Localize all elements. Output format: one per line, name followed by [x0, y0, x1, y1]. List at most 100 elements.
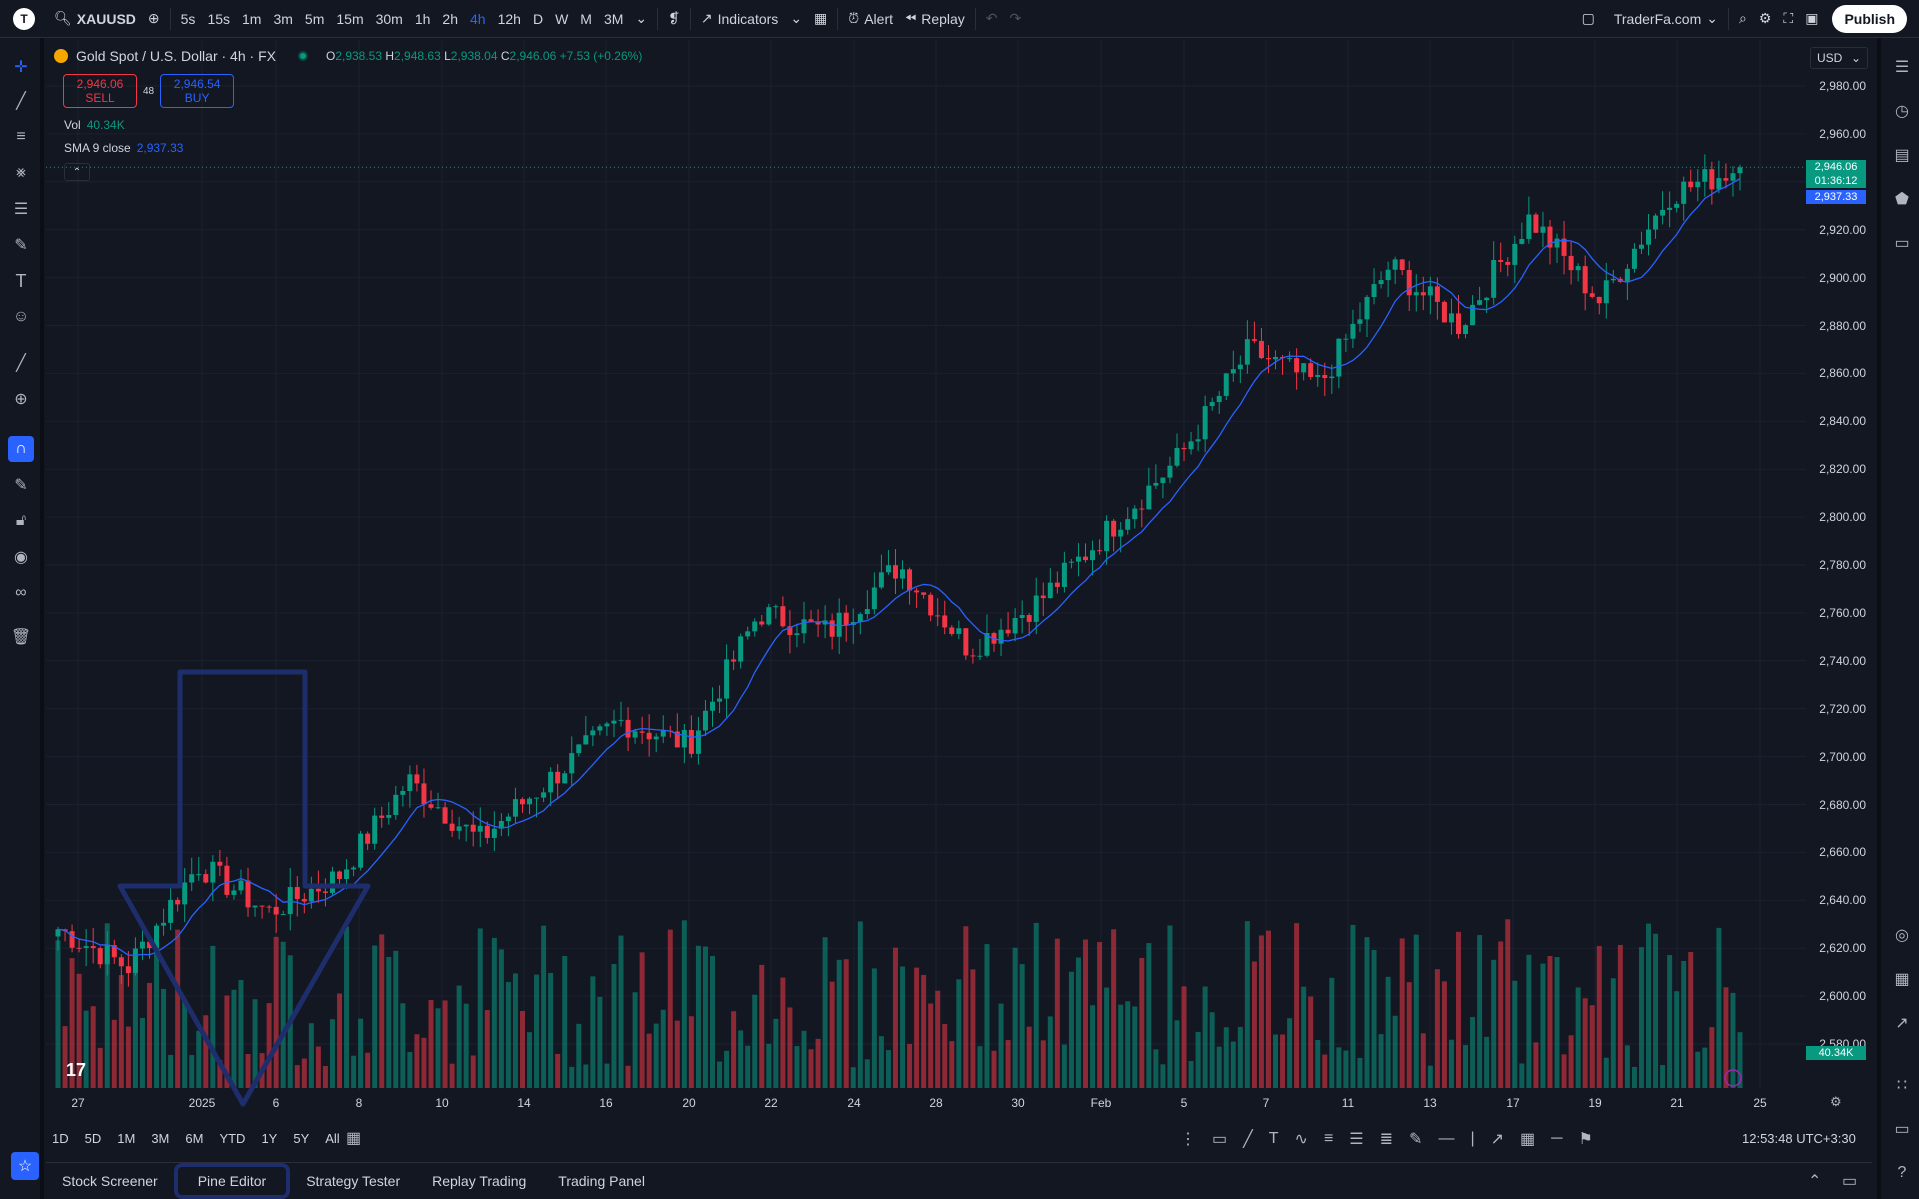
- volume-bar: [773, 1018, 779, 1088]
- candle-body: [1610, 278, 1616, 281]
- volume-bar: [745, 1045, 751, 1088]
- range-all[interactable]: All: [319, 1131, 345, 1146]
- volume-bar: [1470, 1016, 1476, 1088]
- price-chart[interactable]: [0, 0, 1919, 1199]
- range-1y[interactable]: 1Y: [255, 1131, 283, 1146]
- tab-pine-editor[interactable]: Pine Editor: [173, 1163, 291, 1199]
- candle-body: [69, 931, 75, 948]
- candle-body: [921, 592, 927, 595]
- price-tick: 2,880.00: [1819, 318, 1866, 333]
- candle-body: [308, 888, 314, 902]
- candle-body: [238, 880, 244, 891]
- goto-date-icon[interactable]: ▦: [346, 1128, 361, 1148]
- candle-body: [365, 833, 371, 844]
- bottom-panel-tabs: Stock Screener Pine Editor Strategy Tester…: [46, 1162, 1872, 1199]
- bar-countdown: 01:36:12: [1814, 175, 1858, 187]
- candle-body: [1294, 358, 1300, 373]
- range-1m[interactable]: 1M: [111, 1131, 141, 1146]
- volume-bar: [132, 961, 138, 1088]
- time-tick: 8: [355, 1096, 363, 1110]
- range-1d[interactable]: 1D: [46, 1131, 75, 1146]
- ray-icon[interactable]: ─: [1551, 1130, 1562, 1148]
- volume-bar: [1463, 1045, 1469, 1088]
- time-tick: 24: [847, 1096, 861, 1110]
- price-tick: 2,660.00: [1819, 845, 1866, 860]
- volume-bar: [1448, 1039, 1454, 1088]
- range-5d[interactable]: 5D: [79, 1131, 108, 1146]
- candle-body: [1111, 520, 1117, 537]
- candle-body: [463, 824, 469, 827]
- lines-icon[interactable]: ≡: [1324, 1130, 1333, 1148]
- collapse-panel-icon[interactable]: ⌃: [1808, 1171, 1821, 1191]
- volume-bar: [949, 1041, 955, 1088]
- volume-bar: [1688, 952, 1694, 1088]
- line-icon[interactable]: ╱: [1243, 1129, 1253, 1149]
- drag-handle-icon[interactable]: ⋮: [1180, 1129, 1196, 1149]
- volume-legend[interactable]: Vol 40.34K: [64, 118, 125, 132]
- volume-bar: [1139, 957, 1145, 1088]
- time-tick: 30: [1011, 1096, 1025, 1110]
- candle-body: [843, 612, 849, 626]
- buy-button[interactable]: 2,946.54 BUY: [160, 74, 235, 108]
- maximize-panel-icon[interactable]: ▭: [1842, 1171, 1857, 1191]
- vline-icon[interactable]: |: [1470, 1130, 1474, 1148]
- volume-bar: [400, 1003, 406, 1088]
- candle-body: [118, 957, 124, 967]
- candle-body: [414, 774, 420, 784]
- volume-bar: [111, 1019, 117, 1088]
- candle-body: [738, 636, 744, 662]
- market-open-icon: [297, 51, 308, 61]
- volume-bar: [125, 1026, 131, 1088]
- volume-bar: [393, 950, 399, 1088]
- volume-bar: [808, 1049, 814, 1088]
- candle-body: [231, 890, 237, 895]
- range-ytd[interactable]: YTD: [213, 1131, 251, 1146]
- sell-button[interactable]: 2,946.06 SELL: [63, 74, 137, 108]
- volume-bar: [1132, 1006, 1138, 1088]
- candle-body: [1420, 292, 1426, 296]
- utc-clock[interactable]: 12:53:48 UTC+3:30: [1742, 1131, 1856, 1146]
- volume-bar: [428, 999, 434, 1088]
- rectangle-icon[interactable]: ▭: [1212, 1129, 1227, 1149]
- volume-bar: [843, 959, 849, 1088]
- time-tick: 16: [599, 1096, 613, 1110]
- time-settings-icon[interactable]: ⚙: [1830, 1094, 1842, 1110]
- range-3m[interactable]: 3M: [145, 1131, 175, 1146]
- candle-body: [210, 861, 216, 883]
- candle-body: [857, 614, 863, 623]
- sma-legend[interactable]: SMA 9 close 2,937.33: [64, 141, 183, 155]
- volume-bar: [1336, 1047, 1342, 1088]
- candle-body: [878, 572, 884, 588]
- channel-icon[interactable]: ☰: [1349, 1129, 1363, 1149]
- volume-bar: [1420, 1033, 1426, 1088]
- path-icon[interactable]: ∿: [1295, 1129, 1308, 1149]
- table-icon[interactable]: ▦: [1520, 1129, 1535, 1149]
- candle-body: [1033, 595, 1039, 622]
- candle-body: [280, 914, 286, 916]
- fib-icon[interactable]: ≣: [1380, 1129, 1393, 1149]
- pen-icon[interactable]: ✎: [1409, 1129, 1422, 1149]
- tab-stock-screener[interactable]: Stock Screener: [46, 1163, 174, 1199]
- tab-replay-trading[interactable]: Replay Trading: [416, 1163, 542, 1199]
- volume-bar: [688, 1016, 694, 1088]
- volume-bar: [1427, 1065, 1433, 1088]
- volume-bar: [1434, 969, 1440, 1088]
- arrow-icon[interactable]: ↗: [1491, 1129, 1504, 1149]
- candle-body: [519, 799, 525, 805]
- candle-body: [780, 606, 786, 627]
- range-6m[interactable]: 6M: [179, 1131, 209, 1146]
- volume-bar: [850, 1067, 856, 1088]
- volume-bar: [1624, 1045, 1630, 1088]
- volume-bar: [1596, 945, 1602, 1088]
- tab-trading-panel[interactable]: Trading Panel: [542, 1163, 661, 1199]
- range-5y[interactable]: 5Y: [287, 1131, 315, 1146]
- time-axis[interactable]: 27 2025 6 8 10 14 16 20 22 24 28 30 Feb 5 7 11 13 17 19 21 2…: [46, 1092, 1806, 1116]
- tab-strategy-tester[interactable]: Strategy Tester: [290, 1163, 416, 1199]
- collapse-legend-button[interactable]: ⌃: [64, 163, 90, 181]
- candle-body: [569, 753, 575, 774]
- volume-bar: [1378, 1034, 1384, 1088]
- text-tool-icon[interactable]: T: [1269, 1130, 1279, 1148]
- flag-icon[interactable]: ⚑: [1578, 1129, 1592, 1149]
- volume-bar: [1709, 1027, 1715, 1088]
- hline-icon[interactable]: —: [1438, 1130, 1454, 1148]
